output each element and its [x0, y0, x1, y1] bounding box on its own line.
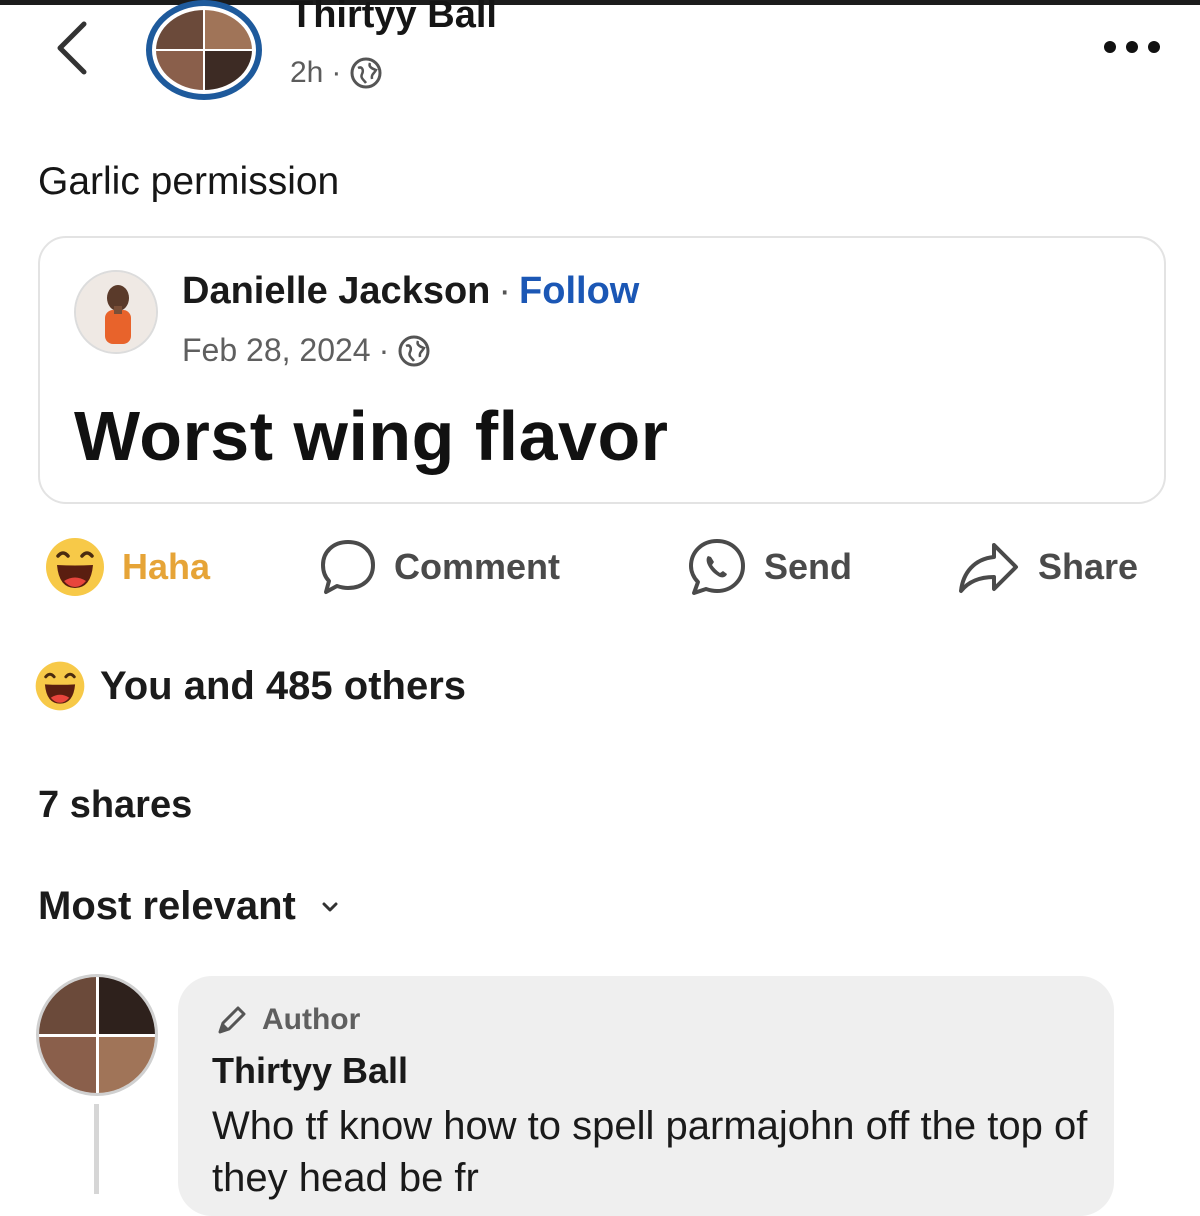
pencil-icon — [218, 1006, 246, 1034]
comment-thread-line — [94, 1104, 99, 1194]
haha-emoji-icon — [46, 538, 104, 596]
shared-author-row: Danielle Jackson · Follow — [182, 270, 639, 313]
date-separator: · — [378, 332, 390, 368]
comment-text: Who tf know how to spell parmajohn off t… — [212, 1104, 1088, 1200]
share-arrow-icon — [959, 543, 1018, 593]
shared-author-name[interactable]: Danielle Jackson — [182, 270, 490, 313]
send-label: Send — [764, 546, 853, 587]
shared-post-text: Worst wing flavor — [74, 397, 669, 475]
post-time: 2h — [290, 56, 324, 89]
reactions-count-text: You and 485 others — [100, 663, 467, 708]
comment-sort-dropdown[interactable]: Most relevant — [38, 884, 338, 929]
avatar-picture — [76, 272, 156, 352]
send-messenger-icon — [689, 539, 745, 595]
globe-icon — [398, 335, 430, 366]
comment-author-name[interactable]: Thirtyy Ball — [212, 1050, 408, 1092]
name-separator: · — [498, 270, 512, 312]
shared-post-date-row: Feb 28, 2024 · — [182, 332, 431, 369]
haha-label: Haha — [122, 546, 211, 587]
more-options-icon — [1104, 41, 1160, 53]
author-badge-label: Author — [262, 1003, 361, 1036]
author-avatar[interactable] — [146, 0, 262, 100]
author-badge: Author — [214, 1002, 360, 1038]
meta-separator: · — [331, 56, 342, 89]
shared-author-avatar[interactable] — [74, 270, 158, 354]
comment-bubble[interactable]: Author Thirtyy Ball Who tf know how to s… — [178, 976, 1114, 1216]
shares-count[interactable]: 7 shares — [38, 784, 192, 827]
commenter-avatar[interactable] — [36, 974, 158, 1096]
chevron-down-icon — [322, 902, 338, 911]
comment-button[interactable]: Comment — [318, 534, 560, 600]
post-author-name[interactable]: Thirtyy Ball — [290, 0, 497, 37]
haha-reaction-button[interactable]: Haha — [44, 534, 210, 600]
reactions-summary[interactable]: You and 485 others — [34, 660, 466, 712]
shared-post-card[interactable]: Danielle Jackson · Follow Feb 28, 2024 ·… — [38, 236, 1166, 504]
follow-link[interactable]: Follow — [519, 270, 639, 313]
post-caption: Garlic permission — [38, 160, 340, 203]
comment-icon — [321, 540, 375, 594]
post-meta: 2h · — [290, 56, 383, 90]
back-button[interactable] — [50, 20, 94, 76]
share-button[interactable]: Share — [956, 534, 1138, 600]
more-options-button[interactable] — [1100, 30, 1166, 64]
comment-label: Comment — [394, 546, 561, 587]
globe-icon — [350, 57, 382, 89]
send-button[interactable]: Send — [686, 534, 852, 600]
haha-emoji-icon — [35, 661, 85, 711]
sort-label: Most relevant — [38, 884, 296, 928]
post-action-bar: Haha Comment Send Share — [0, 534, 1200, 604]
share-label: Share — [1038, 546, 1139, 587]
back-chevron-icon — [57, 21, 87, 75]
shared-post-date: Feb 28, 2024 — [182, 332, 371, 368]
